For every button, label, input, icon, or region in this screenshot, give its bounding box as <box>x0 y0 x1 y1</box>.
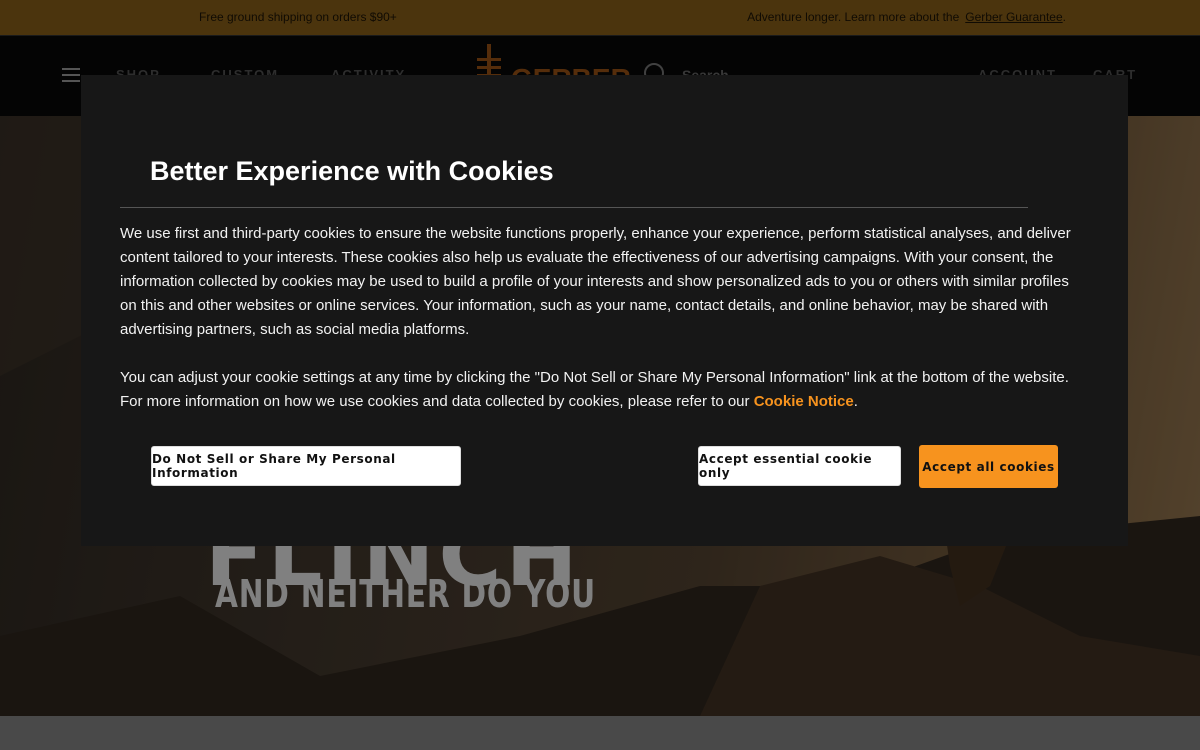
cookie-notice-link[interactable]: Cookie Notice <box>754 393 854 410</box>
do-not-sell-button[interactable]: Do Not Sell or Share My Personal Informa… <box>151 446 461 486</box>
cookie-consent-dialog: Better Experience with Cookies We use fi… <box>81 75 1128 546</box>
cookie-paragraph-1: We use first and third-party cookies to … <box>120 225 1071 338</box>
accept-essential-button[interactable]: Accept essential cookie only <box>698 446 901 486</box>
cookie-dialog-body: We use first and third-party cookies to … <box>120 222 1080 438</box>
divider <box>120 207 1028 208</box>
accept-all-button[interactable]: Accept all cookies <box>919 445 1058 488</box>
cookie-paragraph-2-text: You can adjust your cookie settings at a… <box>120 369 1069 410</box>
cookie-paragraph-2-suffix: . <box>853 393 858 410</box>
cookie-paragraph-2: You can adjust your cookie settings at a… <box>120 366 1080 414</box>
cookie-dialog-title: Better Experience with Cookies <box>150 156 554 186</box>
